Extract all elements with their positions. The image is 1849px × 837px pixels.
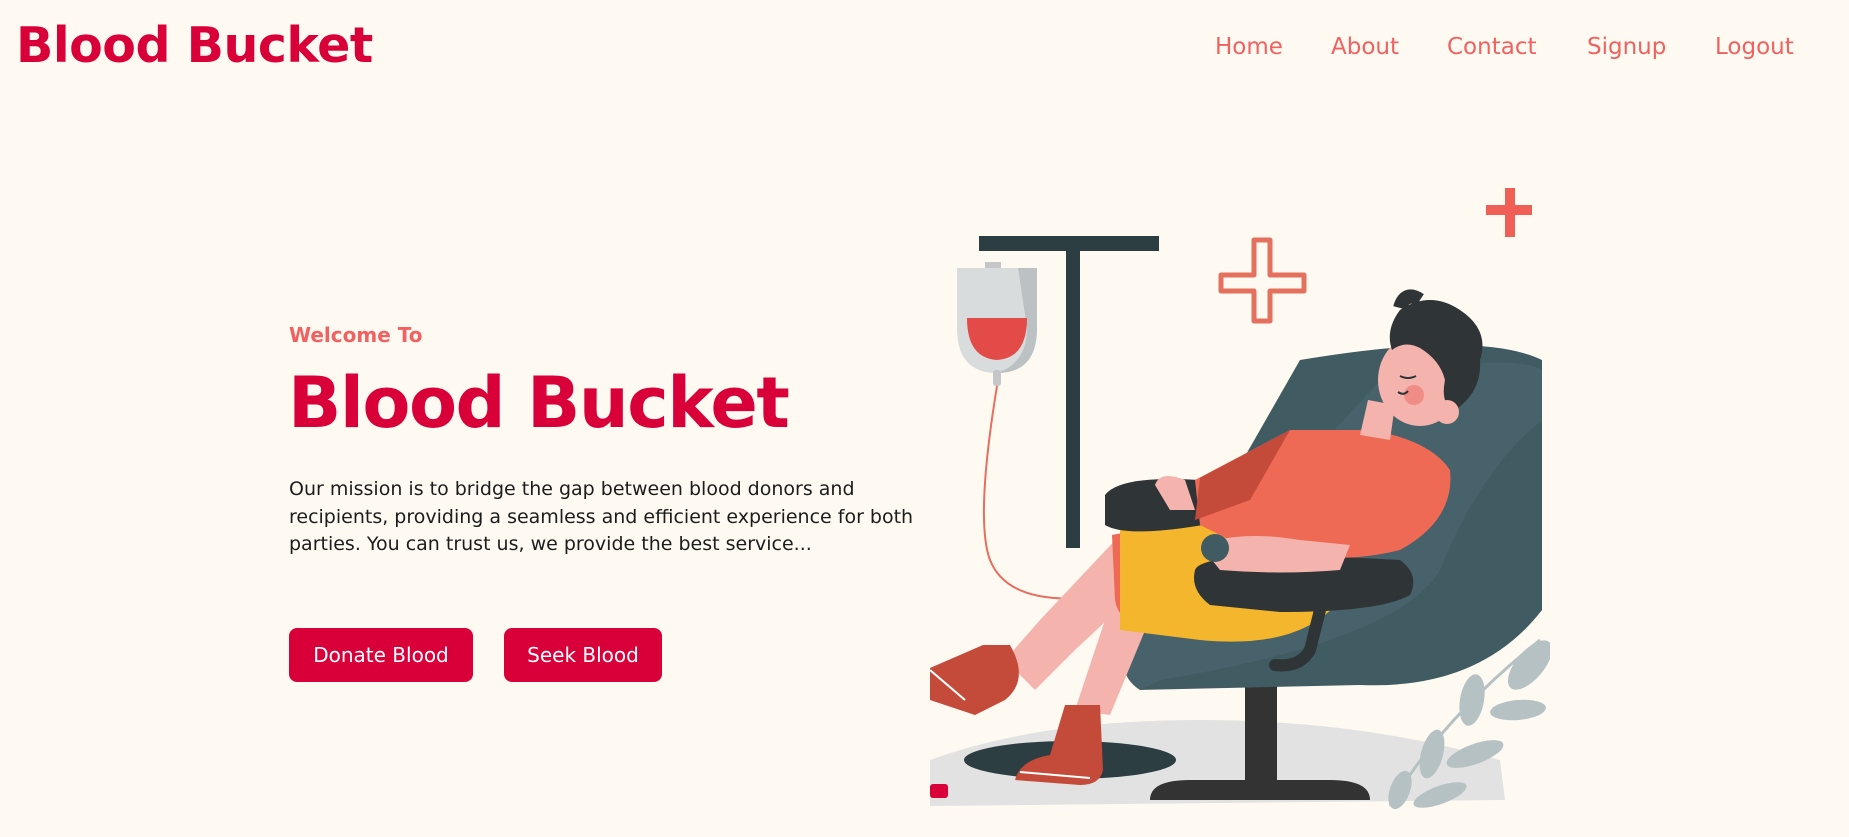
donate-blood-button[interactable]: Donate Blood <box>289 628 473 682</box>
nav-home-link[interactable]: Home <box>1215 30 1283 64</box>
main-nav: Home About Contact Signup Logout <box>1215 30 1795 64</box>
blood-donation-illustration-icon <box>929 180 1553 814</box>
hero-title: Blood Bucket <box>288 362 790 444</box>
nav-logout-link[interactable]: Logout <box>1715 30 1794 64</box>
plus-icon <box>1486 188 1532 237</box>
nav-about-link[interactable]: About <box>1331 30 1399 64</box>
hero-subtitle: Welcome To <box>289 323 423 347</box>
plus-outline-icon <box>1218 237 1307 324</box>
seek-blood-button[interactable]: Seek Blood <box>504 628 662 682</box>
nav-signup-link[interactable]: Signup <box>1587 30 1666 64</box>
hero-description: Our mission is to bridge the gap between… <box>289 478 914 555</box>
site-logo[interactable]: Blood Bucket <box>16 14 373 78</box>
nav-contact-link[interactable]: Contact <box>1447 30 1536 64</box>
